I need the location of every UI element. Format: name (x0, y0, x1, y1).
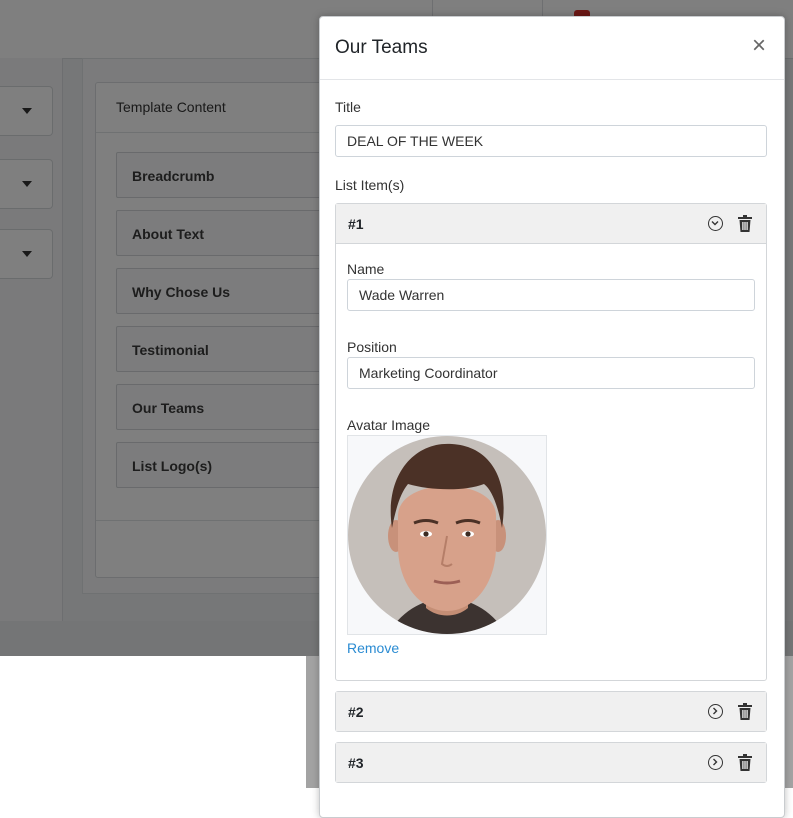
list-items-label: List Item(s) (335, 177, 405, 193)
position-input[interactable]: Marketing Coordinator (347, 357, 755, 389)
chevron-right-icon[interactable] (708, 704, 723, 719)
list-item-header[interactable]: #1 (336, 204, 766, 244)
position-label: Position (347, 339, 397, 355)
avatar-portrait (348, 436, 546, 634)
item-number: #1 (348, 216, 364, 232)
chevron-down-icon[interactable] (708, 216, 723, 231)
item-number: #2 (348, 704, 364, 720)
name-input[interactable]: Wade Warren (347, 279, 755, 311)
trash-icon[interactable] (738, 703, 752, 720)
list-item: #3 (335, 742, 767, 783)
modal-header: Our Teams × (320, 17, 784, 80)
item-number: #3 (348, 755, 364, 771)
modal-title: Our Teams (335, 37, 428, 58)
title-input[interactable]: DEAL OF THE WEEK (335, 125, 767, 157)
our-teams-modal: Our Teams × Title DEAL OF THE WEEK List … (319, 16, 785, 818)
avatar-image-box[interactable] (347, 435, 547, 635)
avatar-label: Avatar Image (347, 417, 431, 433)
list-item-header[interactable]: #3 (336, 743, 766, 782)
title-label: Title (335, 99, 361, 115)
blank-area (0, 656, 306, 788)
list-item: #2 (335, 691, 767, 732)
trash-icon[interactable] (738, 754, 752, 771)
chevron-right-icon[interactable] (708, 755, 723, 770)
close-icon[interactable]: × (748, 34, 770, 58)
remove-avatar-link[interactable]: Remove (347, 640, 399, 656)
name-label: Name (347, 261, 385, 277)
avatar (348, 436, 546, 634)
trash-icon[interactable] (738, 215, 752, 232)
list-item-header[interactable]: #2 (336, 692, 766, 731)
